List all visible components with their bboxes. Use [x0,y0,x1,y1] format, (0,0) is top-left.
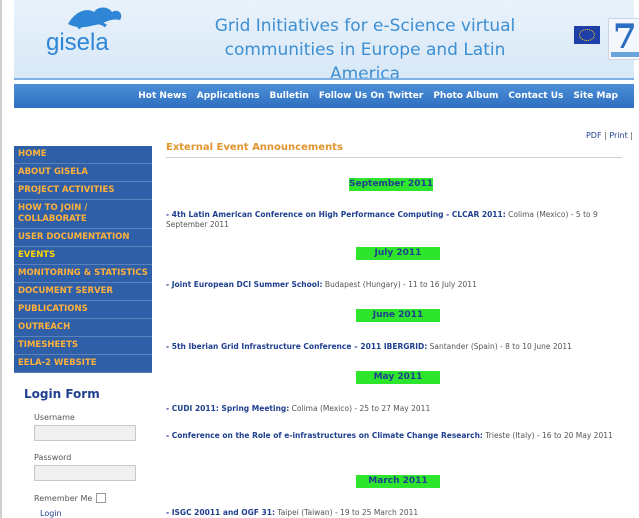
sidebar: HOME ABOUT GISELA PROJECT ACTIVITIES HOW… [14,146,152,518]
month-header-september: September 2011 [349,178,433,191]
site-header: gisela Grid Initiatives for e-Science vi… [14,0,639,84]
eu-flag-icon [574,26,600,44]
event-details-continued: September 2011 [166,220,229,229]
logo-text: gisela [46,29,109,56]
remember-me-checkbox[interactable] [96,493,107,503]
event-title[interactable]: - CUDI 2011: Spring Meeting: [166,404,289,413]
month-header-march: March 2011 [356,475,440,488]
event-details: Colima (Mexico) - 25 to 27 May 2011 [289,404,431,413]
fp7-logo[interactable]: 7 [608,17,639,60]
event-details: Santander (Spain) - 8 to 10 June 2011 [427,342,572,351]
menu-item-how-to-join[interactable]: HOW TO JOIN / COLLABORATE [14,200,152,229]
username-field[interactable] [34,425,136,441]
gisela-logo[interactable]: gisela [28,4,158,62]
header-divider [14,78,634,80]
event-details: Budapest (Hungary) - 11 to 16 July 2011 [322,280,477,289]
month-header-july: July 2011 [356,247,440,260]
main-content: External Event Announcements September 2… [166,142,634,517]
nav-bulletin[interactable]: Bulletin [270,84,309,108]
login-button[interactable]: Login [40,509,152,518]
menu-item-user-documentation[interactable]: USER DOCUMENTATION [14,229,152,247]
pdf-link[interactable]: PDF [586,131,602,140]
top-navigation: Hot News Applications Bulletin Follow Us… [14,84,634,108]
menu-item-timesheets[interactable]: TIMESHEETS [14,337,152,355]
menu-item-home[interactable]: HOME [14,146,152,164]
month-header-june: June 2011 [356,309,440,322]
event-item-cudi[interactable]: - CUDI 2011: Spring Meeting: Colima (Mex… [166,404,634,414]
main-menu: HOME ABOUT GISELA PROJECT ACTIVITIES HOW… [14,146,152,373]
nav-applications[interactable]: Applications [197,84,260,108]
event-title[interactable]: - 5th Iberian Grid Infrastructure Confer… [166,342,427,351]
menu-item-document-server[interactable]: DOCUMENT SERVER [14,283,152,301]
event-item-dci[interactable]: - Joint European DCI Summer School: Buda… [166,280,634,290]
nav-hot-news[interactable]: Hot News [138,84,186,108]
menu-item-eela2-website[interactable]: EELA-2 WEBSITE [14,355,152,373]
nav-site-map[interactable]: Site Map [573,84,618,108]
login-form-title: Login Form [24,387,100,401]
event-details: Taipei (Taiwan) - 19 to 25 March 2011 [274,508,419,517]
menu-item-events[interactable]: EVENTS [14,247,152,265]
password-field[interactable] [34,465,136,481]
menu-item-publications[interactable]: PUBLICATIONS [14,301,152,319]
password-label: Password [34,453,72,462]
nav-follow-twitter[interactable]: Follow Us On Twitter [319,84,423,108]
event-item-clcar[interactable]: - 4th Latin American Conference on High … [166,210,634,230]
document-actions: PDF | Print | [585,131,633,140]
event-details: Trieste (Italy) - 16 to 20 May 2011 [482,431,613,440]
print-link[interactable]: Print [609,131,627,140]
username-label: Username [34,413,75,422]
event-title[interactable]: - 4th Latin American Conference on High … [166,210,506,219]
event-title[interactable]: - Joint European DCI Summer School: [166,280,323,289]
event-details: Colima (Mexico) - 5 to 9 [505,210,598,219]
menu-item-about[interactable]: ABOUT GISELA [14,164,152,182]
site-title: Grid Initiatives for e-Science virtual c… [190,14,540,86]
fp7-logo-text: 7 [613,17,637,57]
nav-photo-album[interactable]: Photo Album [433,84,498,108]
event-item-ibergrid[interactable]: - 5th Iberian Grid Infrastructure Confer… [166,342,634,352]
event-title[interactable]: - Conference on the Role of e-infrastruc… [166,431,483,440]
menu-item-project-activities[interactable]: PROJECT ACTIVITIES [14,182,152,200]
month-header-may: May 2011 [356,371,440,384]
nav-contact-us[interactable]: Contact Us [508,84,563,108]
menu-item-outreach[interactable]: OUTREACH [14,319,152,337]
event-item-climate[interactable]: - Conference on the Role of e-infrastruc… [166,431,634,441]
page-title: External Event Announcements [166,142,622,158]
event-title[interactable]: - ISGC 20011 and OGF 31: [166,508,275,517]
remember-me: Remember Me [34,493,152,503]
event-item-isgc[interactable]: - ISGC 20011 and OGF 31: Taipei (Taiwan)… [166,508,634,518]
menu-item-monitoring[interactable]: MONITORING & STATISTICS [14,265,152,283]
title-line-1: Grid Initiatives for e-Science virtual [214,16,516,36]
remember-me-label: Remember Me [34,493,93,503]
